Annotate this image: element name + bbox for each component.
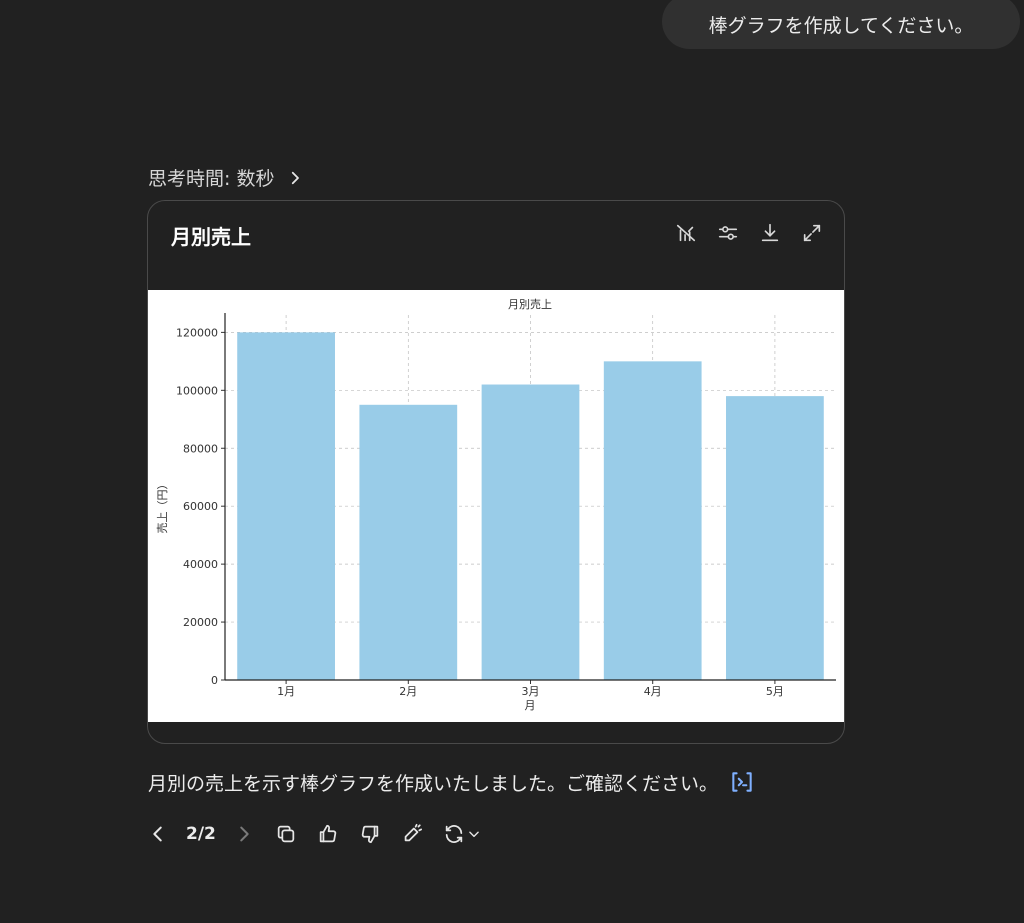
- x-tick-label: 2月: [399, 685, 417, 698]
- thinking-toggle[interactable]: 思考時間: 数秒: [148, 164, 304, 191]
- thumbs-down-icon: [361, 825, 379, 844]
- bar-1[interactable]: [237, 332, 335, 680]
- y-axis-label: 売上（円）: [156, 479, 169, 534]
- bar-2[interactable]: [359, 404, 458, 680]
- y-tick-label: 20000: [183, 616, 218, 629]
- plot-title: 月別売上: [508, 298, 552, 311]
- bar-4[interactable]: [603, 361, 702, 680]
- chart-download-button[interactable]: [758, 221, 782, 245]
- chart-plot-area: 月別売上 月 売上（円） 0 20000 40000 60000 80000 100000…: [148, 290, 844, 722]
- y-tick-label: 40000: [183, 558, 218, 571]
- x-tick-label: 4月: [644, 685, 662, 698]
- chevron-down-icon: [469, 831, 479, 838]
- chevron-right-icon: [240, 826, 249, 842]
- settings-sliders-icon: [718, 226, 738, 240]
- next-version-button[interactable]: [230, 820, 258, 848]
- chart-type-icon: [676, 224, 696, 242]
- copy-icon: [277, 825, 295, 843]
- bar-3[interactable]: [481, 384, 580, 680]
- chevron-left-icon: [153, 826, 162, 842]
- y-tick-label: 80000: [183, 442, 218, 455]
- chart-expand-button[interactable]: [800, 221, 824, 245]
- x-tick-label: 5月: [766, 685, 784, 698]
- chart-card-title: 月別売上: [171, 225, 251, 249]
- view-code-button[interactable]: [728, 768, 756, 796]
- y-tick-label: 100000: [176, 384, 218, 397]
- assistant-answer: 月別の売上を示す棒グラフを作成いたしました。ご確認ください。: [148, 768, 756, 796]
- user-message-bubble: 棒グラフを作成してください。: [662, 0, 1020, 49]
- y-tick-label: 60000: [183, 500, 218, 513]
- code-icon: [732, 772, 752, 792]
- thumbs-down-button[interactable]: [356, 820, 384, 848]
- chevron-right-icon: [292, 171, 300, 184]
- answer-text: 月別の売上を示す棒グラフを作成いたしました。ご確認ください。: [148, 772, 719, 795]
- thumbs-up-icon: [319, 824, 337, 843]
- y-tick-label: 120000: [176, 326, 218, 339]
- expand-icon: [803, 224, 821, 242]
- regenerate-button[interactable]: [440, 820, 484, 848]
- chart-card: 月別売上 月別売上 月 売上（円） 0 20000 40000 60000 80…: [147, 200, 845, 744]
- thinking-label: 思考時間: 数秒: [148, 168, 275, 190]
- x-tick-label: 1月: [277, 685, 295, 698]
- chart-toolbar: [674, 221, 824, 245]
- edit-in-canvas-button[interactable]: [398, 820, 426, 848]
- chart-settings-button[interactable]: [716, 221, 740, 245]
- download-icon: [761, 223, 779, 242]
- thumbs-up-button[interactable]: [314, 820, 342, 848]
- magic-pen-icon: [404, 823, 422, 842]
- x-axis-label: 月: [525, 699, 536, 712]
- version-pager: 2/2: [186, 824, 216, 844]
- bar-chart: 月別売上 月 売上（円） 0 20000 40000 60000 80000 100000…: [156, 298, 836, 712]
- refresh-icon: [445, 825, 463, 843]
- chart-type-button[interactable]: [674, 221, 698, 245]
- message-actions: 2/2: [144, 820, 484, 848]
- copy-button[interactable]: [272, 820, 300, 848]
- bar-5[interactable]: [726, 396, 824, 680]
- y-tick-label: 0: [211, 674, 218, 687]
- x-tick-label: 3月: [522, 685, 540, 698]
- previous-version-button[interactable]: [144, 820, 172, 848]
- user-message-text: 棒グラフを作成してください。: [708, 15, 974, 37]
